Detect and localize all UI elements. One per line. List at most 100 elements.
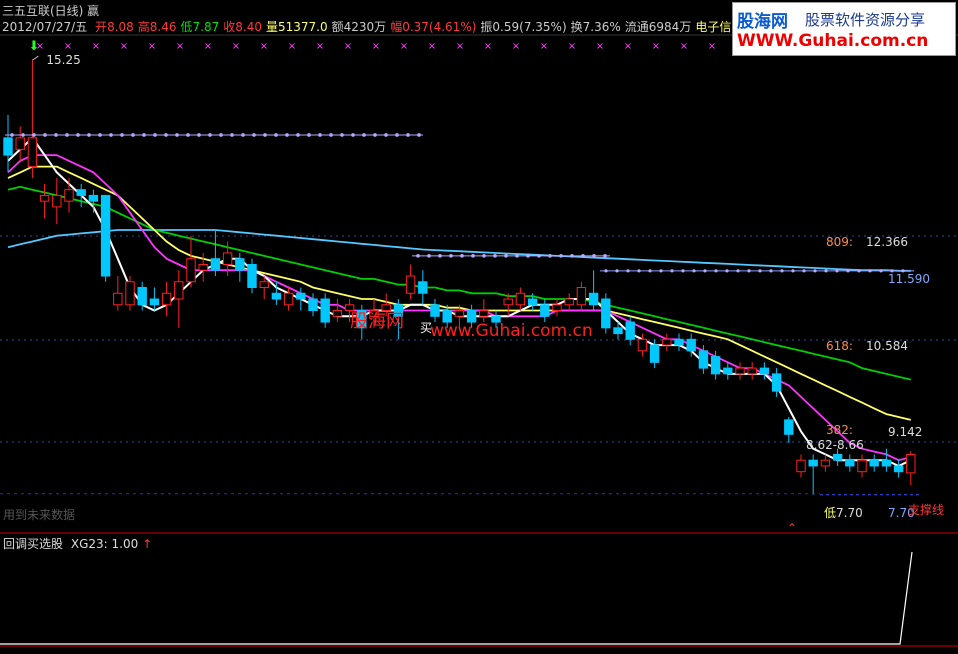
resistance-dot (329, 133, 333, 137)
candle[interactable] (845, 454, 855, 472)
candle[interactable] (881, 448, 892, 472)
candle-body (576, 287, 587, 306)
candle[interactable] (588, 270, 599, 311)
candle-body (808, 459, 818, 467)
candle[interactable] (186, 235, 196, 288)
candle[interactable] (27, 60, 38, 179)
candle[interactable] (857, 454, 867, 478)
resistance-dot (153, 133, 157, 137)
candle[interactable] (100, 194, 111, 282)
candle[interactable] (906, 450, 916, 485)
stock-chart[interactable]: × × × × × × × × × × × × × × × × × × × × × × × × × 15.25809: 12.36… (0, 0, 958, 654)
quote-value: 4230万 (343, 20, 387, 34)
marker-x-icon: × (540, 41, 548, 52)
indicator-header: 回调买选股 XG23: 1.00 ↑ (3, 535, 152, 552)
indicator-panel[interactable] (0, 551, 913, 645)
mid-level-dot (515, 254, 519, 258)
candle[interactable] (601, 293, 611, 334)
marker-x-icon: × (680, 41, 688, 52)
marker-x-icon: × (64, 41, 72, 52)
candle[interactable] (39, 183, 50, 219)
candle-body (649, 344, 660, 363)
candle[interactable] (808, 454, 818, 495)
candle-body (503, 298, 513, 306)
candle-body (588, 292, 599, 306)
candle-body (161, 292, 172, 306)
candle-body (247, 263, 257, 289)
mid-level-dot (471, 254, 475, 258)
quote-value: 8.08 (107, 20, 134, 34)
candle-body (881, 459, 892, 467)
candle[interactable] (174, 270, 184, 328)
candle[interactable] (235, 252, 245, 282)
candle-body (857, 459, 867, 473)
candle[interactable] (320, 293, 330, 328)
candle[interactable] (161, 281, 172, 317)
candle[interactable] (3, 114, 13, 173)
candle[interactable] (662, 333, 672, 351)
candle-body (662, 338, 672, 346)
candle[interactable] (564, 293, 574, 311)
candle[interactable] (247, 258, 257, 294)
candle-body (198, 263, 208, 271)
candle-body (784, 419, 794, 435)
candle-body (796, 459, 806, 473)
marker-x-icon: × (316, 41, 324, 52)
resistance-dot (32, 133, 36, 137)
candle[interactable] (674, 333, 684, 351)
center-watermark-url: www.Guhai.com.cn (430, 321, 593, 341)
level-11590-dot (670, 269, 674, 273)
candle[interactable] (747, 362, 757, 380)
candle[interactable] (735, 362, 745, 380)
level-11590-label: 11.590 (888, 272, 930, 286)
candle-body (332, 310, 343, 317)
candle[interactable] (76, 183, 86, 207)
candle[interactable] (332, 299, 343, 323)
candle-body (710, 356, 721, 375)
mid-level-dot (460, 254, 464, 258)
candle[interactable] (552, 299, 562, 317)
candle[interactable] (869, 454, 879, 472)
candle[interactable] (405, 264, 416, 300)
candle[interactable] (479, 299, 489, 323)
candle[interactable] (515, 287, 526, 311)
quote-bar: 2012/07/27/五 开8.08 高8.46 低7.87 收8.40 量51377.… (2, 18, 743, 35)
candle[interactable] (576, 281, 587, 311)
candle[interactable] (893, 460, 904, 478)
candle[interactable] (540, 299, 550, 323)
candlesticks[interactable] (3, 60, 916, 495)
candle[interactable] (149, 287, 160, 311)
candle[interactable] (723, 362, 733, 380)
candle[interactable] (64, 178, 74, 213)
indicator-series-label: XG23: (70, 537, 108, 551)
candle-body (39, 194, 50, 202)
resistance-dot (263, 133, 267, 137)
resistance-dot (164, 133, 168, 137)
candle[interactable] (430, 299, 440, 323)
sell-arrow-icon: ⬇ (29, 39, 40, 54)
low-value: 7.70 (836, 506, 863, 520)
candle[interactable] (15, 126, 25, 161)
candle-body (235, 258, 245, 271)
candle[interactable] (418, 270, 428, 305)
candle[interactable] (210, 229, 221, 276)
quote-item: 收8.40 (223, 20, 262, 34)
quote-value: 8.46 (149, 20, 177, 34)
candle[interactable] (52, 178, 62, 225)
center-watermark-name: 股海网 (350, 311, 404, 332)
quote-item: 高8.46 (138, 20, 177, 34)
marker-x-icon: × (288, 41, 296, 52)
candle[interactable] (796, 454, 806, 478)
resistance-dot (395, 133, 399, 137)
mid-level-dot (581, 254, 585, 258)
candle-body (613, 327, 623, 335)
mid-level-dot (504, 254, 508, 258)
level-11590-dot (868, 269, 872, 273)
candle[interactable] (784, 417, 794, 443)
candle-body (381, 304, 391, 312)
candle[interactable] (113, 276, 123, 311)
mid-level-dot (416, 254, 420, 258)
candle[interactable] (820, 454, 831, 472)
resistance-dot (373, 133, 377, 137)
candle[interactable] (88, 189, 99, 213)
